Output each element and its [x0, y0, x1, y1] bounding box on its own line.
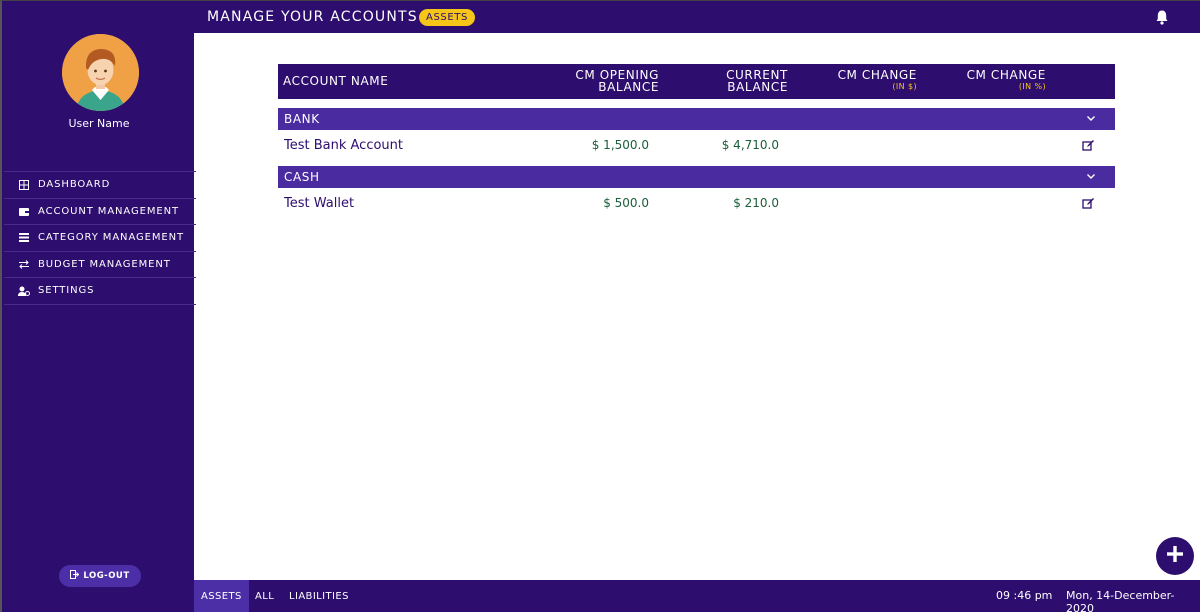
- sidebar-item-category-management[interactable]: CATEGORY MANAGEMENT: [4, 225, 196, 252]
- header-cm-opening-balance: CM OPENING BALANCE: [575, 68, 659, 94]
- sidebar-item-account-management[interactable]: ACCOUNT MANAGEMENT: [4, 199, 196, 225]
- transfer-icon: [16, 258, 32, 270]
- sidebar-item-dashboard[interactable]: DASHBOARD: [4, 172, 196, 199]
- group-label: BANK: [284, 112, 320, 126]
- user-gear-icon: [16, 285, 32, 297]
- group-header-bank[interactable]: BANK: [278, 108, 1115, 130]
- sidebar-item-budget-management[interactable]: BUDGET MANAGEMENT: [4, 252, 196, 278]
- sidebar-item-label: BUDGET MANAGEMENT: [38, 258, 171, 270]
- tab-liabilities[interactable]: LIABILITIES: [282, 580, 356, 612]
- group-header-cash[interactable]: CASH: [278, 166, 1115, 188]
- sidebar: User Name DASHBOARD ACCOUNT MANAGEMENT C…: [0, 0, 196, 612]
- opening-balance: $ 1,500.0: [591, 138, 649, 152]
- tab-all[interactable]: ALL: [248, 580, 281, 612]
- table-row[interactable]: Test Bank Account $ 1,500.0 $ 4,710.0: [278, 135, 1115, 157]
- user-name: User Name: [68, 117, 130, 130]
- avatar[interactable]: [62, 34, 139, 111]
- grid-icon: [16, 179, 32, 191]
- header-current-balance: CURRENT BALANCE: [726, 68, 788, 94]
- accounts-table: ACCOUNT NAME CM OPENING BALANCE CURRENT BA…: [278, 64, 1115, 99]
- account-name: Test Bank Account: [284, 138, 404, 153]
- sidebar-item-label: SETTINGS: [38, 285, 95, 297]
- chevron-down-icon[interactable]: [1085, 170, 1097, 182]
- table-header: ACCOUNT NAME CM OPENING BALANCE CURRENT BA…: [278, 64, 1115, 99]
- tab-assets[interactable]: ASSETS: [194, 580, 249, 612]
- logout-label: LOG-OUT: [83, 571, 130, 581]
- top-bar: MANAGE YOUR ACCOUNTS ASSETS: [194, 0, 1200, 33]
- header-account-name: ACCOUNT NAME: [283, 74, 389, 88]
- logout-button[interactable]: LOG-OUT: [59, 565, 141, 587]
- sidebar-item-settings[interactable]: SETTINGS: [4, 278, 196, 305]
- sidebar-item-label: DASHBOARD: [38, 179, 111, 191]
- plus-icon: [1166, 545, 1184, 567]
- account-name: Test Wallet: [284, 196, 355, 211]
- logout-icon: [70, 570, 80, 582]
- wallet-icon: [16, 205, 32, 217]
- sidebar-item-label: ACCOUNT MANAGEMENT: [38, 205, 180, 217]
- type-badge: ASSETS: [419, 9, 475, 26]
- chevron-down-icon[interactable]: [1085, 112, 1097, 124]
- sidebar-item-label: CATEGORY MANAGEMENT: [38, 232, 185, 244]
- current-balance: $ 210.0: [733, 196, 779, 210]
- edit-icon[interactable]: [1082, 139, 1095, 152]
- clock-date: Mon, 14-December-2020: [1066, 589, 1175, 612]
- bell-icon[interactable]: [1154, 9, 1170, 25]
- opening-balance: $ 500.0: [603, 196, 649, 210]
- bottom-bar: ASSETS ALL LIABILITIES 09 :46 pm Mon, 14…: [194, 580, 1200, 612]
- header-cm-change-percent: CM CHANGE (IN %): [966, 68, 1046, 91]
- current-balance: $ 4,710.0: [721, 138, 779, 152]
- list-icon: [16, 232, 32, 244]
- group-label: CASH: [284, 170, 320, 184]
- header-cm-change-dollar: CM CHANGE (IN $): [837, 68, 917, 91]
- sidebar-nav: DASHBOARD ACCOUNT MANAGEMENT CATEGORY MA…: [4, 171, 196, 305]
- page-title: MANAGE YOUR ACCOUNTS: [207, 9, 418, 25]
- table-row[interactable]: Test Wallet $ 500.0 $ 210.0: [278, 193, 1115, 215]
- add-account-button[interactable]: [1156, 537, 1194, 575]
- clock-time: 09 :46 pm: [996, 589, 1053, 602]
- edit-icon[interactable]: [1082, 197, 1095, 210]
